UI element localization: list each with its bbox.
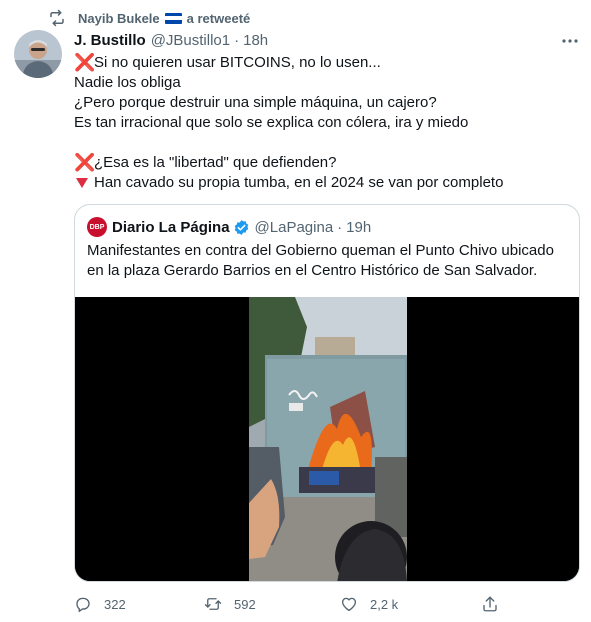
quoted-tweet-time[interactable]: 19h [346, 219, 371, 236]
tweet-line: ❌ ¿Esa es la "libertad" que defienden? [74, 153, 574, 173]
retweet-icon [204, 598, 222, 610]
tweet-text: ❌ Si no quieren usar BITCOINS, no lo use… [74, 53, 574, 193]
share-button[interactable] [481, 594, 499, 614]
like-button[interactable]: 2,2 k [340, 594, 398, 614]
tweet-header: J. Bustillo @JBustillo1 · 18h [74, 30, 268, 50]
tweet-line-text: Han cavado su propia tumba, en el 2024 s… [94, 174, 504, 191]
more-options-icon[interactable] [561, 32, 579, 50]
retweet-button[interactable]: 592 [204, 594, 256, 614]
quoted-avatar[interactable]: DBP [87, 217, 107, 237]
red-triangle-down-icon [76, 178, 88, 188]
reply-button[interactable]: 322 [74, 594, 126, 614]
cross-mark-icon: ❌ [74, 53, 96, 72]
tweet-line: Han cavado su propia tumba, en el 2024 s… [74, 173, 574, 193]
quoted-video[interactable] [75, 297, 579, 581]
tweet-line-text: Nadie los obliga [74, 74, 181, 91]
author-name[interactable]: J. Bustillo [74, 32, 146, 49]
tweet-line-text: Es tan irracional que solo se explica co… [74, 114, 469, 131]
retweet-small-icon [48, 9, 66, 27]
quoted-tweet[interactable]: DBP Diario La Página @LaPagina · 19h Man… [74, 204, 580, 582]
tweet-line-text: ¿Esa es la "libertad" que defienden? [94, 154, 337, 171]
author-handle[interactable]: @JBustillo1 [151, 32, 230, 49]
retweet-suffix: a retweeté [186, 10, 251, 26]
separator-dot: · [337, 218, 343, 236]
tweet-line: ❌ Si no quieren usar BITCOINS, no lo use… [74, 53, 574, 73]
tweet-line-text: Si no quieren usar BITCOINS, no lo usen.… [94, 54, 381, 71]
quoted-author-handle[interactable]: @LaPagina [255, 219, 334, 236]
tweet-actions: 322 592 2,2 k [74, 594, 497, 614]
avatar[interactable] [14, 30, 62, 78]
verified-badge-icon [233, 219, 250, 236]
quoted-tweet-header: DBP Diario La Página @LaPagina · 19h [87, 217, 371, 237]
like-count: 2,2 k [370, 596, 399, 612]
quoted-author-name[interactable]: Diario La Página [112, 219, 230, 236]
reply-count: 322 [104, 596, 126, 612]
reply-icon [76, 597, 90, 613]
separator-dot: · [234, 31, 240, 49]
tweet-line: ¿Pero porque destruir una simple máquina… [74, 93, 574, 113]
video-frame-image [75, 297, 579, 581]
cross-mark-icon: ❌ [74, 153, 96, 172]
tweet-line: Nadie los obliga [74, 73, 574, 93]
retweet-indicator[interactable]: Nayib Bukele a retweeté [48, 8, 250, 28]
share-icon [483, 596, 497, 612]
tweet-line: Es tan irracional que solo se explica co… [74, 113, 574, 133]
retweet-count: 592 [234, 596, 256, 612]
tweet-line-text: ¿Pero porque destruir una simple máquina… [74, 94, 437, 111]
like-icon [341, 597, 357, 612]
retweeter-name[interactable]: Nayib Bukele [78, 11, 160, 26]
quoted-tweet-text: Manifestantes en contra del Gobierno que… [87, 242, 554, 279]
tweet-time[interactable]: 18h [243, 32, 268, 49]
el-salvador-flag-icon [164, 12, 182, 24]
